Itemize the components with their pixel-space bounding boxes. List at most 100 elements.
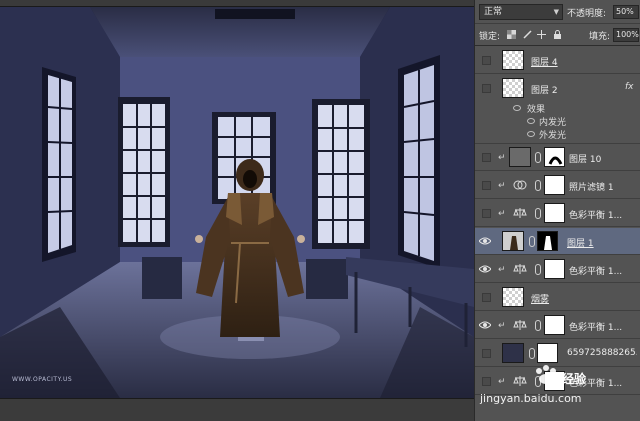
- layer-name[interactable]: 图层 4: [531, 55, 601, 68]
- layer-name[interactable]: 659725888265...: [567, 348, 637, 358]
- visibility-toggle[interactable]: [482, 84, 491, 93]
- layer-thumbnail: [502, 50, 524, 70]
- layer-thumbnail: [502, 287, 524, 307]
- layer-row-selected[interactable]: 图层 1: [475, 228, 640, 255]
- status-bar: [0, 398, 474, 421]
- watermark-brand: 经验: [562, 372, 587, 386]
- effects-header: 效果: [527, 105, 546, 115]
- effects-list: 效果 内发光 外发光: [475, 102, 640, 144]
- clip-arrow-icon: ↵: [498, 209, 506, 219]
- layer-row[interactable]: 659725888265...: [475, 340, 640, 367]
- photo-filter-icon: [513, 180, 527, 190]
- layer-name[interactable]: 色彩平衡 1...: [569, 264, 639, 277]
- visibility-toggle[interactable]: [482, 56, 491, 65]
- opacity-label: 不透明度:: [567, 9, 607, 19]
- balance-icon: [513, 320, 527, 330]
- window-back-center: [212, 112, 276, 204]
- layer-name[interactable]: 色彩平衡 1...: [569, 320, 639, 333]
- lock-icon[interactable]: [553, 30, 562, 39]
- layer-name[interactable]: 照片滤镜 1: [569, 180, 639, 193]
- link-icon[interactable]: [535, 180, 541, 191]
- document-canvas[interactable]: WWW.OPACITY.US: [0, 7, 474, 398]
- layer-mask-thumbnail[interactable]: [544, 315, 565, 335]
- canvas-area[interactable]: WWW.OPACITY.US: [0, 0, 474, 421]
- visibility-toggle[interactable]: [482, 209, 491, 218]
- window-back-right: [312, 99, 370, 249]
- clip-arrow-icon: ↵: [498, 377, 506, 387]
- effect-inner-glow[interactable]: 内发光: [539, 115, 566, 128]
- photo-credit: WWW.OPACITY.US: [12, 376, 73, 383]
- window-back-left: [118, 97, 170, 247]
- visibility-toggle[interactable]: [482, 377, 491, 386]
- layer-row[interactable]: ↵ 图层 10: [475, 144, 640, 171]
- layer-options-row: 正常 ▼ 不透明度: 50%: [475, 0, 640, 24]
- link-icon[interactable]: [535, 264, 541, 275]
- paw-logo-icon: [536, 365, 556, 384]
- link-icon[interactable]: [529, 348, 535, 359]
- layer-name[interactable]: 烟雾: [531, 292, 601, 305]
- layer-row[interactable]: ↵ 色彩平衡 1...: [475, 312, 640, 339]
- layer-mask-thumbnail[interactable]: [544, 147, 565, 167]
- layer-row[interactable]: 图层 4: [475, 47, 640, 74]
- balance-icon: [513, 264, 527, 274]
- link-icon[interactable]: [529, 236, 535, 247]
- layer-name[interactable]: 图层 1: [567, 236, 637, 249]
- chevron-down-icon: ▼: [553, 8, 559, 16]
- window-left-wall: [42, 67, 76, 262]
- layer-row[interactable]: ↵ 照片滤镜 1: [475, 172, 640, 199]
- balance-icon: [513, 208, 527, 218]
- layer-mask-thumbnail[interactable]: [537, 343, 558, 363]
- lock-move-icon[interactable]: [537, 30, 546, 39]
- layer-mask-thumbnail[interactable]: [544, 259, 565, 279]
- visibility-toggle[interactable]: [482, 181, 491, 190]
- visibility-toggle[interactable]: [482, 293, 491, 302]
- window-right-wall: [398, 55, 440, 269]
- eye-icon[interactable]: [479, 236, 491, 246]
- room-artwork: [0, 7, 474, 398]
- layer-thumbnail: [509, 147, 531, 167]
- layer-row[interactable]: ↵ 色彩平衡 1...: [475, 256, 640, 283]
- clip-arrow-icon: ↵: [498, 181, 506, 191]
- visibility-toggle[interactable]: [482, 349, 491, 358]
- eye-icon[interactable]: [479, 264, 491, 274]
- fx-icon[interactable]: fx: [625, 82, 634, 92]
- opacity-input[interactable]: 50%: [613, 5, 639, 19]
- layer-thumbnail: [502, 343, 524, 363]
- layer-name[interactable]: 图层 10: [569, 152, 639, 165]
- lock-brush-icon[interactable]: [523, 30, 532, 39]
- layer-row[interactable]: 图层 2 fx: [475, 75, 640, 102]
- visibility-toggle[interactable]: [482, 153, 491, 162]
- effect-outer-glow[interactable]: 外发光: [539, 128, 566, 141]
- clip-arrow-icon: ↵: [498, 153, 506, 163]
- layer-name[interactable]: 图层 2: [531, 83, 601, 96]
- clip-arrow-icon: ↵: [498, 321, 506, 331]
- clip-arrow-icon: ↵: [498, 265, 506, 275]
- layer-name[interactable]: 色彩平衡 1...: [569, 208, 639, 221]
- layers-panel: 正常 ▼ 不透明度: 50% 锁定: 填充: 100% 图层 4 图层 2 fx…: [474, 0, 640, 421]
- link-icon[interactable]: [535, 152, 541, 163]
- eye-icon[interactable]: [527, 131, 535, 137]
- eye-icon[interactable]: [527, 118, 535, 124]
- layer-row[interactable]: ↵ 色彩平衡 1...: [475, 200, 640, 227]
- lock-label: 锁定:: [479, 32, 501, 42]
- layer-thumbnail: [502, 231, 524, 251]
- fill-input[interactable]: 100%: [613, 28, 639, 42]
- layer-mask-thumbnail[interactable]: [544, 203, 565, 223]
- eye-icon[interactable]: [479, 320, 491, 330]
- photoshop-window: WWW.OPACITY.US 正常 ▼ 不透明度: 50% 锁定: 填充: 10…: [0, 0, 640, 421]
- balance-icon: [513, 376, 527, 386]
- layer-mask-thumbnail[interactable]: [537, 231, 558, 251]
- fill-label: 填充:: [589, 32, 611, 42]
- link-icon[interactable]: [535, 320, 541, 331]
- layer-mask-thumbnail[interactable]: [544, 175, 565, 195]
- canvas-top-strip: [0, 0, 474, 7]
- layer-row[interactable]: 烟雾: [475, 284, 640, 311]
- eye-icon[interactable]: [513, 105, 521, 111]
- layer-thumbnail: [502, 78, 524, 98]
- lock-transparent-icon[interactable]: [507, 30, 516, 39]
- blend-mode-select[interactable]: 正常 ▼: [479, 4, 563, 20]
- lock-row: 锁定: 填充: 100%: [475, 24, 640, 46]
- watermark-url: jingyan.baidu.com: [480, 392, 582, 405]
- link-icon[interactable]: [535, 208, 541, 219]
- blend-mode-value: 正常: [484, 7, 503, 17]
